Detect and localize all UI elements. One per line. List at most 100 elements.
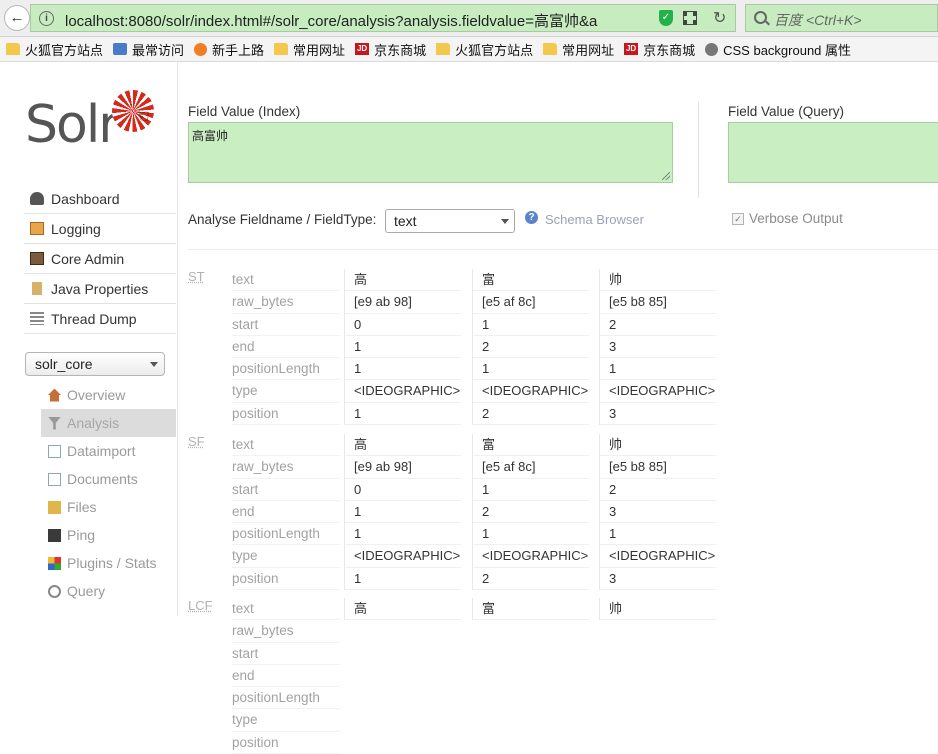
token-text: 帅 [600, 269, 716, 292]
token-position: 3 [600, 568, 716, 591]
token-column: 帅 [e5 b8 85] 2 3 1 <IDEOGRAPHIC> 3 [599, 269, 716, 426]
documents-icon [48, 472, 61, 486]
bookmark-item[interactable]: 火狐官方站点 [6, 40, 103, 59]
sidebar-item-thread-dump[interactable]: Thread Dump [24, 304, 176, 334]
reload-icon[interactable]: ↻ [713, 8, 726, 28]
core-menu-item-query[interactable]: Query [41, 577, 176, 605]
sidebar-item-java-properties[interactable]: Java Properties [24, 274, 176, 304]
jd-icon: JD [624, 43, 639, 55]
attribute-name: position [232, 403, 340, 426]
address-bar[interactable]: i localhost:8080/solr/index.html#/solr_c… [30, 4, 736, 32]
core-menu-item-files[interactable]: Files [41, 493, 176, 521]
attribute-name: text [232, 434, 340, 457]
bookmark-item[interactable]: 火狐官方站点 [436, 40, 533, 59]
url-text: localhost:8080/solr/index.html#/solr_cor… [65, 13, 598, 30]
bookmark-item[interactable]: JD 京东商城 [355, 40, 426, 59]
core-menu-item-analysis[interactable]: Analysis [41, 409, 176, 437]
bookmark-label: CSS background 属性 [723, 42, 852, 58]
column-divider [698, 102, 699, 198]
bookmark-label: 新手上路 [212, 42, 265, 58]
sidebar: Solr ☜ Dashboard Logging Core Admin Java Pr… [0, 62, 176, 616]
attribute-name: raw_bytes [232, 291, 340, 314]
sidebar-item-dashboard[interactable]: Dashboard [24, 184, 176, 214]
attribute-name: raw_bytes [232, 620, 340, 643]
bookmark-label: 火狐官方站点 [455, 42, 534, 58]
field-value-query-input[interactable] [728, 122, 938, 183]
stage-label[interactable]: SF [188, 434, 205, 449]
attribute-column: text raw_bytes start end positionLength type p… [232, 598, 340, 754]
token-text: 高 [345, 434, 461, 457]
stage-label[interactable]: ST [188, 269, 205, 284]
sidebar-item-logging[interactable]: Logging [24, 214, 176, 244]
core-menu-item-documents[interactable]: Documents [41, 465, 176, 493]
token-text: 富 [473, 434, 589, 457]
bookmark-item[interactable]: 新手上路 [194, 40, 264, 59]
token-end: 2 [473, 336, 589, 359]
token-column: 富 [e5 af 8c] 1 2 1 <IDEOGRAPHIC> 2 [472, 269, 589, 426]
token-positionlength: 1 [473, 358, 589, 381]
folder-icon [436, 43, 451, 55]
core-admin-icon [30, 252, 44, 265]
sidebar-item-core-admin[interactable]: Core Admin [24, 244, 176, 274]
token-column: 高 [e9 ab 98] 0 1 1 <IDEOGRAPHIC> 1 [344, 434, 461, 591]
chevron-down-icon [501, 219, 509, 224]
main-nav: Dashboard Logging Core Admin Java Propertie… [24, 184, 176, 334]
solr-logo[interactable]: Solr [25, 95, 120, 155]
qr-code-icon[interactable] [683, 11, 697, 25]
attribute-column: text raw_bytes start end positionLength type p… [232, 269, 340, 426]
token-position: 1 [345, 403, 461, 426]
bookmark-item[interactable]: 常用网址 [543, 40, 614, 59]
sidebar-item-label: Java Properties [51, 280, 149, 297]
search-box[interactable]: 百度 <Ctrl+K> [745, 4, 938, 32]
bookmark-item[interactable]: JD 京东商城 [624, 40, 695, 59]
folder-icon [6, 43, 20, 55]
field-value-index-input[interactable]: 高富帅 [188, 122, 673, 183]
core-selector[interactable]: solr_core [25, 352, 165, 376]
token-start: 0 [345, 314, 461, 336]
help-icon[interactable]: ? [525, 211, 538, 224]
token-text: 高 [345, 269, 461, 292]
token-position: 2 [473, 568, 589, 591]
fieldtype-value: text [394, 213, 417, 229]
core-menu-label: Files [67, 499, 97, 515]
token-raw_bytes: [e5 b8 85] [600, 456, 716, 479]
token-type: <IDEOGRAPHIC> [345, 380, 461, 403]
hand-cursor-icon: ☜ [134, 106, 151, 126]
stage-label[interactable]: LCF [188, 598, 213, 613]
fieldtype-select[interactable]: text [385, 209, 515, 233]
bookmark-label: 最常访问 [132, 42, 185, 58]
token-type: <IDEOGRAPHIC> [473, 380, 589, 403]
core-menu-item-plugins-stats[interactable]: Plugins / Stats [41, 549, 176, 577]
token-positionlength: 1 [600, 523, 716, 546]
core-menu-item-dataimport[interactable]: Dataimport [41, 437, 176, 465]
ping-icon [48, 528, 61, 542]
attribute-name: end [232, 336, 340, 359]
token-start: 1 [473, 479, 589, 501]
token-end: 1 [345, 336, 461, 359]
token-position: 2 [473, 403, 589, 426]
token-type: <IDEOGRAPHIC> [600, 380, 716, 403]
attribute-name: text [232, 598, 340, 621]
bookmark-item[interactable]: 最常访问 [113, 40, 184, 59]
token-positionlength: 1 [473, 523, 589, 546]
chevron-down-icon [150, 362, 158, 367]
bookmark-item[interactable]: 常用网址 [274, 40, 345, 59]
resize-handle-icon[interactable] [662, 172, 670, 180]
bookmark-item[interactable]: CSS background 属性 [705, 40, 851, 59]
site-info-icon[interactable]: i [39, 11, 54, 26]
shield-icon[interactable]: ✓ [659, 10, 673, 26]
dataimport-icon [48, 444, 61, 458]
verbose-output-checkbox[interactable]: ✓ [732, 213, 744, 225]
field-value-query-label: Field Value (Query) [728, 104, 845, 119]
attribute-name: position [232, 568, 340, 591]
token-raw_bytes: [e5 af 8c] [473, 456, 589, 479]
attribute-name: type [232, 545, 340, 568]
field-value-index-label: Field Value (Index) [188, 104, 301, 119]
core-menu-item-overview[interactable]: Overview [41, 381, 176, 409]
schema-browser-link[interactable]: Schema Browser [545, 212, 644, 227]
core-menu-item-ping[interactable]: Ping [41, 521, 176, 549]
token-end: 3 [600, 501, 716, 524]
logging-icon [30, 222, 44, 235]
attribute-name: positionLength [232, 523, 340, 546]
back-button[interactable]: ← [4, 5, 30, 31]
